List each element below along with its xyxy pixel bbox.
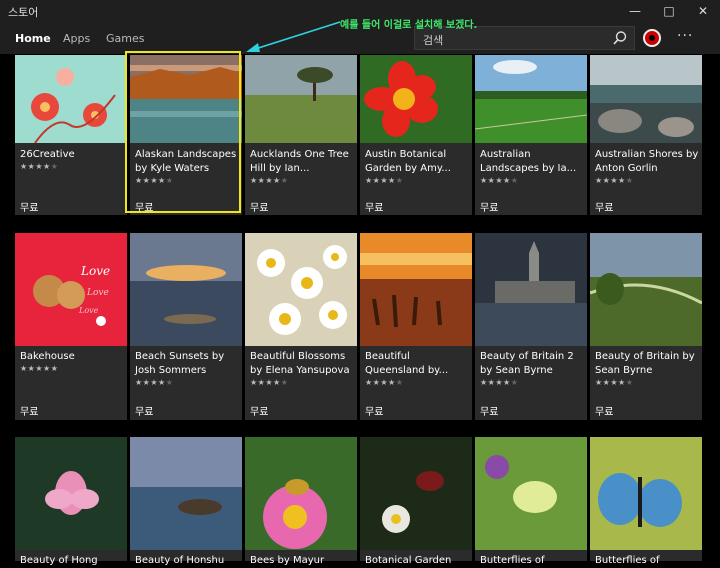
app-tile[interactable]: Botanical Garden (360, 437, 472, 566)
app-tile[interactable]: Bees by Mayur (245, 437, 357, 566)
tile-name: 26Creative (20, 149, 75, 160)
thumbnail-beauty-of-britain (590, 233, 702, 346)
tile-name: Butterflies of (480, 555, 545, 566)
tile-name: Butterflies of (595, 555, 660, 566)
tile-name: Beauty of Hong (20, 555, 98, 566)
app-tile[interactable]: Beauty of Britain 2 by Sean Byrne ★★★★★ … (475, 233, 587, 420)
tile-name: Beauty of Britain by Sean Byrne (595, 351, 695, 376)
thumbnail-austin-botanical-garden (360, 55, 472, 143)
rating-stars: ★★★★★ (365, 378, 404, 387)
thumbnail-aucklands-one-tree-hill (245, 55, 357, 143)
thumbnail-butterflies-2 (590, 437, 702, 550)
thumbnail-26creative (15, 55, 127, 143)
close-icon: ✕ (697, 4, 709, 18)
tile-price: 무료 (250, 203, 269, 214)
tile-price: 무료 (480, 407, 499, 418)
svg-text:Love: Love (86, 288, 109, 298)
app-tile[interactable]: Austin Botanical Garden by Amy... ★★★★★ … (360, 55, 472, 215)
app-tile[interactable]: Aucklands One Tree Hill by Ian... ★★★★★ … (245, 55, 357, 215)
rating-stars: ★★★★★ (480, 176, 519, 185)
app-tile[interactable]: Beauty of Britain by Sean Byrne ★★★★★ 무료 (590, 233, 702, 420)
search-icon[interactable] (612, 30, 628, 50)
tile-price: 무료 (250, 407, 269, 418)
tile-name: Bees by Mayur (250, 555, 325, 566)
maximize-icon: □ (663, 4, 675, 18)
close-button[interactable]: ✕ (686, 0, 720, 22)
app-tile[interactable]: Butterflies of (475, 437, 587, 566)
maximize-button[interactable]: □ (652, 0, 686, 22)
thumbnail-bakehouse: Love Love Love (15, 233, 127, 346)
rating-stars: ★★★★★ (135, 378, 174, 387)
thumbnail-australian-shores (590, 55, 702, 143)
app-tile[interactable]: 26Creative ★★★★★ 무료 (15, 55, 127, 215)
annotation-highlight-box (125, 51, 241, 213)
tab-apps[interactable]: Apps (63, 32, 90, 45)
thumbnail-beach-sunsets (130, 233, 242, 346)
tile-name: Australian Shores by Anton Gorlin (595, 149, 699, 174)
rating-stars: ★★★★★ (20, 162, 59, 171)
tile-price: 무료 (595, 407, 614, 418)
svg-text:Love: Love (80, 264, 110, 278)
search-placeholder: 검색 (423, 34, 444, 47)
tile-price: 무료 (20, 203, 39, 214)
thumbnail-botanical-garden (360, 437, 472, 550)
tile-name: Botanical Garden (365, 555, 452, 566)
tile-name: Beauty of Britain 2 by Sean Byrne (480, 351, 574, 376)
tile-name: Beauty of Honshu (135, 555, 225, 566)
tile-name: Bakehouse (20, 351, 75, 362)
rating-stars: ★★★★★ (365, 176, 404, 185)
minimize-icon: — (629, 4, 641, 18)
rating-stars: ★★★★★ (595, 176, 634, 185)
tile-price: 무료 (20, 407, 39, 418)
thumbnail-beauty-of-honshu (130, 437, 242, 550)
thumbnail-beauty-of-britain-2 (475, 233, 587, 346)
thumbnail-bees (245, 437, 357, 550)
tile-price: 무료 (135, 407, 154, 418)
tile-name: Beautiful Queensland by... (365, 351, 449, 376)
tile-price: 무료 (365, 203, 384, 214)
app-tile[interactable]: Australian Shores by Anton Gorlin ★★★★★ … (590, 55, 702, 215)
rating-stars: ★★★★★ (250, 378, 289, 387)
rating-stars: ★★★★★ (595, 378, 634, 387)
app-tile[interactable]: Beautiful Blossoms by Elena Yansupova ★★… (245, 233, 357, 420)
tile-name: Australian Landscapes by Ia... (480, 149, 577, 174)
thumbnail-beautiful-blossoms (245, 233, 357, 346)
svg-text:Love: Love (78, 306, 99, 315)
thumbnail-australian-landscapes (475, 55, 587, 143)
avatar[interactable] (643, 29, 661, 47)
tile-name: Beach Sunsets by Josh Sommers (135, 351, 225, 376)
rating-stars: ★★★★★ (250, 176, 289, 185)
thumbnail-butterflies-1 (475, 437, 587, 550)
app-tile[interactable]: Butterflies of (590, 437, 702, 566)
annotation-text: 예를 들어 이걸로 설치해 보겠다. (340, 20, 478, 31)
rating-stars: ★★★★★ (20, 364, 59, 373)
tile-name: Aucklands One Tree Hill by Ian... (250, 149, 349, 174)
app-tile[interactable]: Beauty of Honshu (130, 437, 242, 566)
app-tile[interactable]: Beach Sunsets by Josh Sommers ★★★★★ 무료 (130, 233, 242, 420)
tile-name: Austin Botanical Garden by Amy... (365, 149, 451, 174)
tile-price: 무료 (365, 407, 384, 418)
app-tile[interactable]: Australian Landscapes by Ia... ★★★★★ 무료 (475, 55, 587, 215)
tab-home[interactable]: Home (15, 32, 51, 45)
tile-name: Beautiful Blossoms by Elena Yansupova (250, 351, 350, 376)
app-tile[interactable]: Love Love Love Bakehouse ★★★★★ 무료 (15, 233, 127, 420)
rating-stars: ★★★★★ (480, 378, 519, 387)
tile-price: 무료 (595, 203, 614, 214)
minimize-button[interactable]: — (618, 0, 652, 22)
app-tile[interactable]: Beautiful Queensland by... ★★★★★ 무료 (360, 233, 472, 420)
thumbnail-beautiful-queensland (360, 233, 472, 346)
tile-price: 무료 (480, 203, 499, 214)
thumbnail-beauty-of-hong (15, 437, 127, 550)
more-icon[interactable]: ··· (677, 28, 693, 44)
app-tile[interactable]: Beauty of Hong (15, 437, 127, 566)
app-title: 스토어 (8, 6, 39, 19)
annotation-arrow (246, 21, 341, 52)
tab-games[interactable]: Games (106, 32, 144, 45)
